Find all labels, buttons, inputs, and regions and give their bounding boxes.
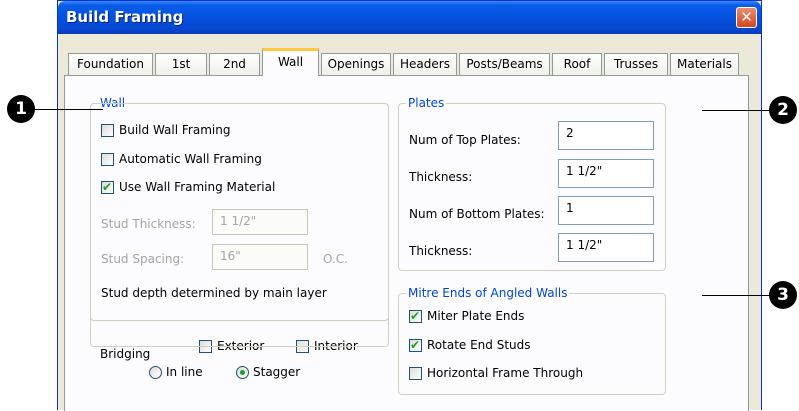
plates-group: Plates Num of Top Plates: 2 Thickness: 1…	[398, 96, 666, 271]
tab-1st[interactable]: 1st	[155, 53, 207, 75]
plates-group-legend: Plates	[406, 96, 447, 110]
tab-label: Wall	[277, 55, 304, 69]
miter-plate-ends-label: Miter Plate Ends	[427, 309, 525, 323]
tab-label: Openings	[327, 57, 385, 71]
wall-group: Wall Build Wall Framing Automatic Wall F…	[90, 96, 389, 321]
automatic-wall-framing-label: Automatic Wall Framing	[119, 152, 262, 166]
tab-label: Headers	[400, 57, 450, 71]
stud-depth-note: Stud depth determined by main layer	[101, 286, 327, 300]
stud-spacing-input[interactable]: 16"	[212, 244, 308, 270]
tab-label: 1st	[171, 57, 191, 71]
miter-plate-ends-checkbox[interactable]: ✔	[409, 309, 422, 323]
tab-label: Roof	[563, 57, 591, 71]
tab-headers[interactable]: Headers	[393, 53, 457, 75]
tab-openings[interactable]: Openings	[321, 53, 391, 75]
bridging-label: Bridging	[100, 347, 151, 361]
tab-2nd[interactable]: 2nd	[209, 53, 260, 75]
use-wall-framing-material-checkbox[interactable]: ✔	[101, 180, 114, 194]
checkmark-icon: ✔	[410, 338, 421, 352]
callout-1-leader	[30, 109, 103, 110]
bridging-interior-label: Interior	[314, 339, 358, 353]
title-bar[interactable]: Build Framing ✕	[58, 1, 761, 34]
callout-3-badge: 3	[769, 281, 797, 309]
num-bottom-plates-input[interactable]: 1	[558, 196, 654, 225]
tab-foundation[interactable]: Foundation	[68, 53, 153, 75]
bottom-plate-thickness-input[interactable]: 1 1/2"	[558, 233, 654, 262]
bridging-inline-label: In line	[166, 365, 203, 379]
horizontal-frame-through-label: Horizontal Frame Through	[427, 366, 584, 380]
num-bottom-plates-label: Num of Bottom Plates:	[409, 207, 545, 221]
callout-1-badge: 1	[7, 95, 35, 123]
bridging-stagger-label: Stagger	[253, 365, 301, 379]
build-framing-dialog: Build Framing ✕ Foundation 1st 2nd Wall …	[57, 0, 762, 411]
build-wall-framing-label: Build Wall Framing	[119, 123, 231, 137]
callout-2-leader	[702, 110, 777, 111]
stud-spacing-suffix: O.C.	[323, 252, 348, 266]
tab-wall[interactable]: Wall	[262, 48, 319, 76]
num-top-plates-label: Num of Top Plates:	[409, 133, 521, 147]
stud-thickness-label: Stud Thickness:	[101, 217, 196, 231]
stud-spacing-label: Stud Spacing:	[101, 252, 185, 266]
callout-2-badge: 2	[769, 96, 797, 124]
horizontal-frame-through-checkbox[interactable]	[409, 367, 422, 380]
mitre-ends-group: Mitre Ends of Angled Walls ✔ Miter Plate…	[398, 286, 666, 395]
tab-label: Foundation	[77, 57, 144, 71]
use-wall-framing-material-label: Use Wall Framing Material	[119, 180, 276, 194]
tab-label: Materials	[676, 57, 732, 71]
bridging-interior-checkbox[interactable]	[296, 340, 309, 353]
callout-3-leader	[702, 295, 777, 296]
close-button[interactable]: ✕	[736, 7, 757, 28]
build-wall-framing-checkbox[interactable]	[101, 124, 114, 137]
radio-selected-dot	[240, 370, 245, 375]
rotate-end-studs-checkbox[interactable]: ✔	[409, 338, 422, 352]
wall-tab-page: Wall Build Wall Framing Automatic Wall F…	[64, 75, 749, 411]
top-plate-thickness-label: Thickness:	[409, 170, 473, 184]
tab-materials[interactable]: Materials	[670, 53, 739, 75]
checkmark-icon: ✔	[102, 180, 113, 194]
tab-roof[interactable]: Roof	[552, 53, 602, 75]
tab-label: Posts/Beams	[466, 57, 543, 71]
bridging-exterior-checkbox[interactable]	[199, 340, 212, 353]
bridging-exterior-label: Exterior	[217, 339, 265, 353]
bridging-inline-radio[interactable]	[149, 366, 162, 379]
wall-group-legend: Wall	[98, 96, 128, 110]
top-plate-thickness-input[interactable]: 1 1/2"	[558, 159, 654, 188]
bottom-plate-thickness-label: Thickness:	[409, 244, 473, 258]
tab-label: 2nd	[223, 57, 246, 71]
mitre-ends-group-legend: Mitre Ends of Angled Walls	[406, 286, 570, 300]
window-title: Build Framing	[66, 8, 184, 26]
tab-trusses[interactable]: Trusses	[604, 53, 668, 75]
checkmark-icon: ✔	[410, 309, 421, 323]
close-icon: ✕	[740, 8, 753, 26]
num-top-plates-input[interactable]: 2	[558, 121, 654, 150]
rotate-end-studs-label: Rotate End Studs	[427, 338, 531, 352]
tab-label: Trusses	[613, 57, 659, 71]
stud-thickness-input[interactable]: 1 1/2"	[212, 209, 308, 235]
automatic-wall-framing-checkbox[interactable]	[101, 153, 114, 166]
bridging-stagger-radio[interactable]	[236, 366, 249, 379]
tab-posts-beams[interactable]: Posts/Beams	[459, 53, 550, 75]
